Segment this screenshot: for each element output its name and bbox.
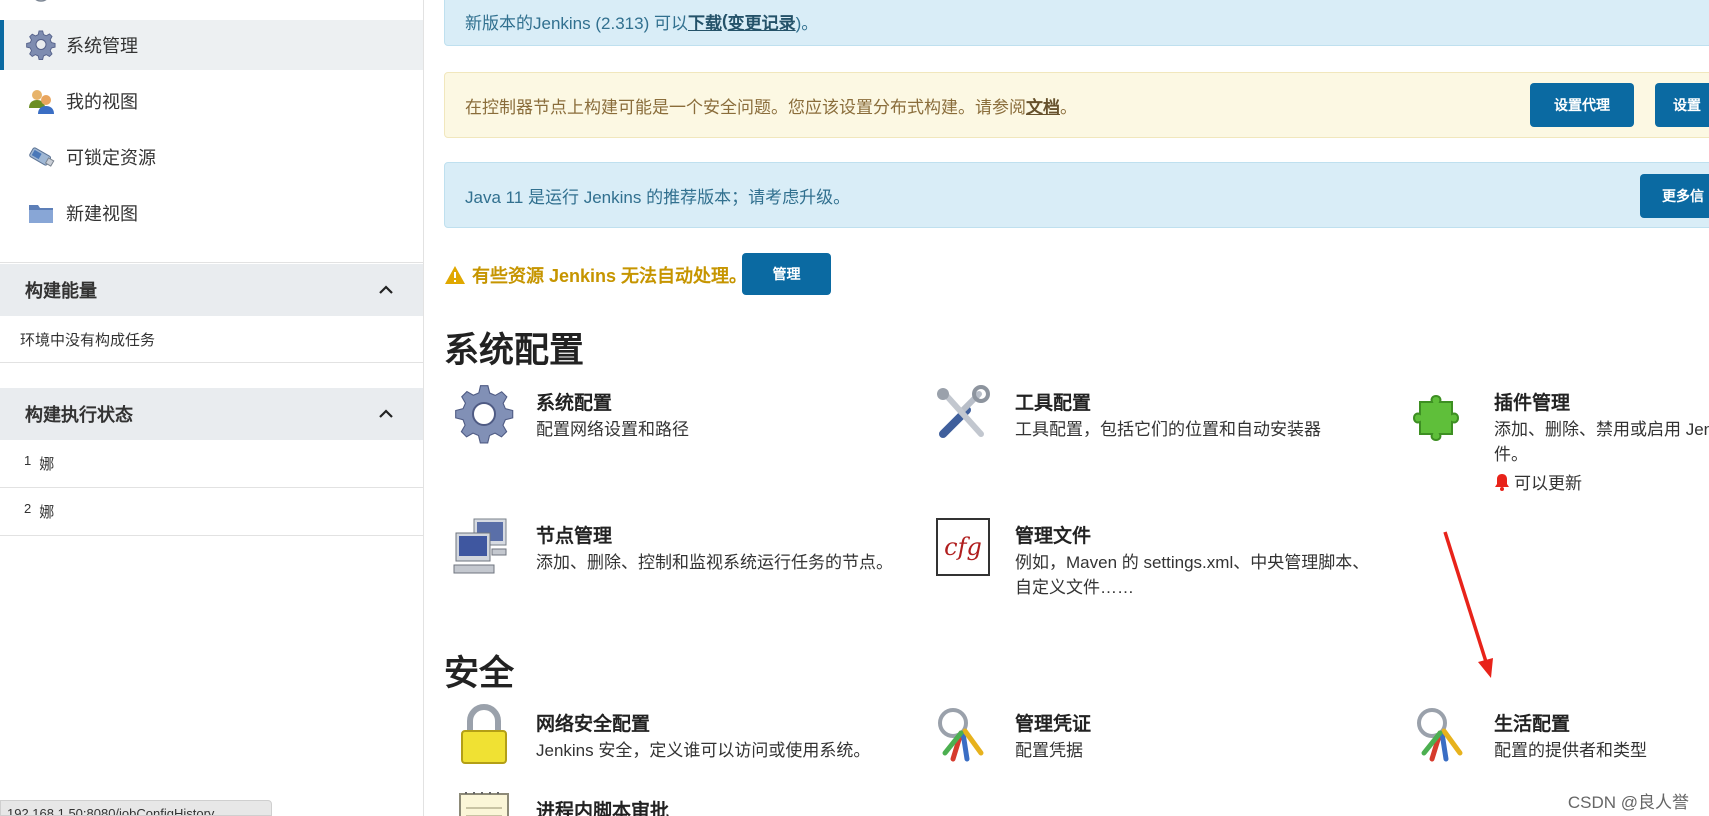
- script-approval-item[interactable]: 进程内脚本审批: [452, 790, 669, 816]
- resource-warning: 有些资源 Jenkins 无法自动处理。: [444, 262, 747, 288]
- executor-label: 娜: [39, 456, 55, 473]
- paren-close: )。: [795, 13, 819, 33]
- global-security-item[interactable]: 网络安全配置 Jenkins 安全，定义谁可以访问或使用系统。: [452, 703, 870, 767]
- bell-icon: [1495, 473, 1509, 491]
- chevron-up-icon[interactable]: [379, 407, 393, 421]
- chevron-up-icon[interactable]: [379, 283, 393, 297]
- gear-icon: [26, 30, 56, 60]
- sidebar-item-my-views[interactable]: 我的视图: [0, 76, 423, 126]
- executor-row[interactable]: 2 娜: [0, 488, 423, 536]
- usb-drive-icon: [26, 142, 56, 172]
- item-desc-continued: 件。: [1494, 445, 1528, 464]
- executors-title: 构建执行状态: [25, 405, 133, 425]
- notepad-icon: [459, 792, 509, 816]
- credential-providers-item[interactable]: 生活配置 配置的提供者和类型: [1410, 703, 1647, 767]
- warning-text: 有些资源 Jenkins 无法自动处理。: [472, 266, 748, 286]
- item-title: 系统配置: [536, 393, 613, 414]
- setup-button[interactable]: 设置: [1655, 83, 1709, 127]
- lock-icon: [461, 704, 507, 764]
- update-text: 新版本的Jenkins (2.313) 可以: [465, 13, 688, 33]
- keys-icon: [938, 708, 984, 762]
- executor-number: 1: [24, 453, 32, 468]
- manage-button[interactable]: 管理: [742, 253, 831, 295]
- item-desc: 配置的提供者和类型: [1494, 741, 1647, 760]
- item-title: 管理文件: [1015, 526, 1092, 547]
- tool-config-item[interactable]: 工具配置 工具配置，包括它们的位置和自动安装器: [931, 382, 1321, 446]
- build-queue-title: 构建能量: [25, 281, 97, 301]
- status-bar-url: 192.168.1.50:8080/jobConfigHistory: [0, 800, 272, 816]
- users-icon: [26, 86, 56, 116]
- sidebar-item-label: 新建视图: [66, 204, 138, 224]
- item-desc: 工具配置，包括它们的位置和自动安装器: [1015, 420, 1321, 439]
- update-alert: 新版本的Jenkins (2.313) 可以 下载 ( 变更记录 )。: [444, 0, 1709, 46]
- download-link[interactable]: 下载: [688, 9, 722, 34]
- item-desc: 配置网络设置和路径: [536, 420, 689, 439]
- security-alert: 在控制器节点上构建可能是一个安全问题。您应该设置分布式构建。请参阅 文档 。: [444, 72, 1709, 138]
- java-alert: Java 11 是运行 Jenkins 的推荐版本；请考虑升级。: [444, 162, 1709, 228]
- item-title: 生活配置: [1494, 714, 1571, 735]
- divider: [0, 262, 423, 263]
- sidebar-item-manage[interactable]: 系统管理: [0, 20, 423, 70]
- sidebar-item-lockable-resources[interactable]: 可锁定资源: [0, 132, 423, 182]
- folder-icon: [26, 198, 56, 228]
- item-desc: 添加、删除、控制和监视系统运行任务的节点。: [536, 553, 893, 572]
- system-config-item[interactable]: 系统配置 配置网络设置和路径: [452, 382, 689, 446]
- item-desc: 添加、删除、禁用或启用 Jen: [1494, 420, 1709, 439]
- item-title: 节点管理: [536, 526, 613, 547]
- item-title: 网络安全配置: [536, 714, 651, 735]
- node-manager-item[interactable]: 节点管理 添加、删除、控制和监视系统运行任务的节点。: [452, 515, 893, 579]
- item-desc: 配置凭据: [1015, 741, 1083, 760]
- item-desc: 例如，Maven 的 settings.xml、中央管理脚本、: [1015, 553, 1370, 572]
- build-queue-empty: 环境中没有构成任务: [0, 316, 423, 363]
- item-desc-continued: 自定义文件……: [1015, 578, 1134, 597]
- item-title: 插件管理: [1494, 393, 1571, 414]
- keys-icon: [1417, 708, 1463, 762]
- partial-icon: [35, 0, 47, 2]
- empty-text: 环境中没有构成任务: [20, 331, 156, 349]
- setup-agent-button[interactable]: 设置代理: [1530, 83, 1634, 127]
- security-section-title: 安全: [444, 654, 515, 693]
- changelog-link[interactable]: 变更记录: [728, 9, 796, 34]
- tools-icon: [937, 385, 990, 438]
- gear-icon: [455, 385, 514, 444]
- sidebar-item-label: 系统管理: [66, 36, 138, 56]
- executor-row[interactable]: 1 娜: [0, 440, 423, 488]
- item-title: 工具配置: [1015, 393, 1092, 414]
- executor-label: 娜: [39, 504, 55, 521]
- security-end: 。: [1060, 97, 1077, 117]
- item-desc: Jenkins 安全，定义谁可以访问或使用系统。: [536, 741, 871, 760]
- more-info-button[interactable]: 更多信: [1640, 174, 1709, 218]
- svg-text:cfg: cfg: [944, 533, 982, 561]
- update-available[interactable]: 可以更新: [1494, 469, 1709, 494]
- sidebar-item-label: 可锁定资源: [66, 148, 156, 168]
- watermark: CSDN @良人誉: [1567, 793, 1689, 812]
- cfg-file-icon: cfg: [936, 518, 990, 576]
- sidebar-item-label: 我的视图: [66, 92, 138, 112]
- page: 系统管理 我的视图 可锁定资源 新建视图 构建能量 环境中没有构成任务 构建执行…: [0, 0, 1709, 816]
- update-note: 可以更新: [1514, 474, 1582, 493]
- red-arrow-annotation: [1443, 531, 1493, 678]
- item-title: 进程内脚本审批: [536, 801, 670, 816]
- plugin-manager-item[interactable]: 插件管理 添加、删除、禁用或启用 Jen 件。 可以更新: [1410, 382, 1709, 494]
- warning-icon: [445, 266, 465, 284]
- sidebar: 系统管理 我的视图 可锁定资源 新建视图 构建能量 环境中没有构成任务 构建执行…: [0, 0, 424, 816]
- java-text: Java 11 是运行 Jenkins 的推荐版本；请考虑升级。: [465, 187, 851, 207]
- doc-link[interactable]: 文档: [1026, 93, 1060, 118]
- manage-credentials-item[interactable]: 管理凭证 配置凭据: [931, 703, 1091, 767]
- security-text: 在控制器节点上构建可能是一个安全问题。您应该设置分布式构建。请参阅: [465, 97, 1026, 117]
- executor-number: 2: [24, 501, 32, 516]
- sidebar-item-new-view[interactable]: 新建视图: [0, 188, 423, 238]
- executors-header[interactable]: 构建执行状态: [0, 388, 423, 440]
- managed-files-item[interactable]: cfg 管理文件 例如，Maven 的 settings.xml、中央管理脚本、…: [931, 515, 1369, 600]
- build-queue-header[interactable]: 构建能量: [0, 264, 423, 316]
- system-config-section-title: 系统配置: [444, 331, 585, 370]
- item-title: 管理凭证: [1015, 714, 1092, 735]
- puzzle-icon: [1413, 395, 1459, 441]
- computer-icon: [453, 518, 507, 574]
